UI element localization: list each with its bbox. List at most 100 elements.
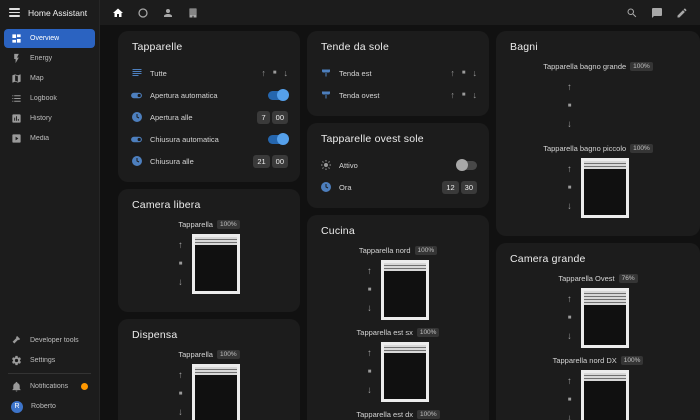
sidebar-item-media[interactable]: Media xyxy=(4,129,95,148)
cover-stop-button[interactable]: ■ xyxy=(179,261,183,267)
building-icon[interactable] xyxy=(187,7,199,19)
cover-close-button[interactable]: ↓ xyxy=(567,413,572,420)
hours-input[interactable]: 7 xyxy=(257,111,269,124)
cover-stop-button[interactable]: ■ xyxy=(368,369,372,375)
circle-icon[interactable] xyxy=(137,7,149,19)
cover-open-button[interactable]: ↑ xyxy=(567,376,572,387)
cover-control: Tapparella est sx 100% ↑ ■ ↓ xyxy=(319,328,477,402)
toggle-attivo[interactable] xyxy=(457,161,477,170)
minutes-input[interactable]: 00 xyxy=(272,155,288,168)
minutes-input[interactable]: 30 xyxy=(461,181,477,194)
cover-close-button[interactable]: ↓ xyxy=(367,303,372,314)
cover-stop-button[interactable]: ■ xyxy=(368,287,372,293)
shutter-preview[interactable] xyxy=(192,364,240,420)
cover-open-button[interactable]: ↑ xyxy=(178,240,183,251)
menu-icon[interactable] xyxy=(9,8,20,17)
cover-position-badge: 100% xyxy=(217,220,240,229)
cover-close-button[interactable]: ↓ xyxy=(473,90,478,100)
sidebar-item-energy[interactable]: Energy xyxy=(4,49,95,68)
bell-icon xyxy=(11,381,22,392)
cover-control: Tapparella nord DX 100% ↑ ■ ↓ xyxy=(508,356,688,420)
cover-open-button[interactable]: ↑ xyxy=(450,90,455,100)
card-title: Cucina xyxy=(321,225,477,237)
avatar: R xyxy=(11,401,23,413)
pencil-icon[interactable] xyxy=(676,7,688,19)
cover-open-button[interactable]: ↑ xyxy=(567,82,572,93)
sidebar-header: Home Assistant xyxy=(0,0,99,25)
sidebar-item-notifications[interactable]: Notifications xyxy=(4,377,95,396)
cover-name: Tapparella nord DX xyxy=(553,356,617,365)
card-title: Bagni xyxy=(510,41,688,53)
card-camera-libera: Camera libera Tapparella 100% ↑ ■ ↓ xyxy=(118,189,300,312)
shutter-preview[interactable] xyxy=(192,234,240,294)
toggle-chiusura-automatica[interactable] xyxy=(268,135,288,144)
cover-close-button[interactable]: ↓ xyxy=(178,407,183,418)
shutter-preview[interactable] xyxy=(581,370,629,420)
hours-input[interactable]: 21 xyxy=(253,155,269,168)
cover-close-button[interactable]: ↓ xyxy=(367,385,372,396)
sidebar-item-user[interactable]: R Roberto xyxy=(4,397,95,416)
cover-stop-button[interactable]: ■ xyxy=(462,92,466,98)
cover-close-button[interactable]: ↓ xyxy=(567,331,572,342)
cover-stop-button[interactable]: ■ xyxy=(462,70,466,76)
sun-icon xyxy=(319,159,332,172)
clock-icon xyxy=(319,181,332,194)
hours-input[interactable]: 12 xyxy=(442,181,458,194)
sidebar-item-history[interactable]: History xyxy=(4,109,95,128)
sidebar-item-map[interactable]: Map xyxy=(4,69,95,88)
cover-name: Tapparella nord xyxy=(359,246,411,255)
lightning-icon xyxy=(11,53,22,64)
sidebar-item-logbook[interactable]: Logbook xyxy=(4,89,95,108)
cover-close-button[interactable]: ↓ xyxy=(284,68,289,78)
cover-open-button[interactable]: ↑ xyxy=(450,68,455,78)
card-title: Camera libera xyxy=(132,199,288,211)
cover-close-button[interactable]: ↓ xyxy=(567,119,572,130)
cover-stop-button[interactable]: ■ xyxy=(568,315,572,321)
cover-close-button[interactable]: ↓ xyxy=(178,277,183,288)
entity-row-attivo: Attivo xyxy=(319,154,477,176)
sidebar-item-developer-tools[interactable]: Developer tools xyxy=(4,331,95,350)
cover-open-button[interactable]: ↑ xyxy=(367,348,372,359)
cover-name: Tapparella bagno piccolo xyxy=(543,144,626,153)
cover-stop-button[interactable]: ■ xyxy=(179,391,183,397)
search-icon[interactable] xyxy=(626,7,638,19)
cover-stop-button[interactable]: ■ xyxy=(568,397,572,403)
notification-badge xyxy=(81,383,88,390)
cover-open-button[interactable]: ↑ xyxy=(567,164,572,175)
cover-name: Tapparella xyxy=(178,350,213,359)
view-dashboard-icon xyxy=(11,33,22,44)
minutes-input[interactable]: 00 xyxy=(272,111,288,124)
cover-stop-button[interactable]: ■ xyxy=(568,185,572,191)
cover-open-button[interactable]: ↑ xyxy=(178,370,183,381)
sidebar: Home Assistant Overview Energy Map Logbo… xyxy=(0,0,100,420)
chat-icon[interactable] xyxy=(651,7,663,19)
cover-control: Tapparella 100% ↑ ■ ↓ xyxy=(130,350,288,420)
cover-open-button[interactable]: ↑ xyxy=(567,294,572,305)
home-icon[interactable] xyxy=(112,7,124,19)
shutter-preview[interactable] xyxy=(581,288,629,348)
cover-control: Tapparella bagno piccolo 100% ↑ ■ ↓ xyxy=(508,144,688,218)
person-icon[interactable] xyxy=(162,7,174,19)
sidebar-item-overview[interactable]: Overview xyxy=(4,29,95,48)
card-title: Tapparelle xyxy=(132,41,288,53)
cover-stop-button[interactable]: ■ xyxy=(568,103,572,109)
shutter-preview[interactable] xyxy=(381,260,429,320)
cover-name: Tapparella bagno grande xyxy=(543,62,626,71)
home-assistant-app: Home Assistant Overview Energy Map Logbo… xyxy=(0,0,700,420)
sidebar-item-settings[interactable]: Settings xyxy=(4,351,95,370)
cover-stop-button[interactable]: ■ xyxy=(273,70,277,76)
cover-open-button[interactable]: ↑ xyxy=(261,68,266,78)
cover-close-button[interactable]: ↓ xyxy=(473,68,478,78)
cover-close-button[interactable]: ↓ xyxy=(567,201,572,212)
shutter-preview[interactable] xyxy=(581,158,629,218)
cover-name: Tapparella est dx xyxy=(356,410,413,419)
cover-control: Tapparella Ovest 76% ↑ ■ ↓ xyxy=(508,274,688,348)
topbar xyxy=(100,0,700,25)
toggle-apertura-automatica[interactable] xyxy=(268,91,288,100)
gear-icon xyxy=(11,355,22,366)
shutter-preview[interactable] xyxy=(381,342,429,402)
card-camera-grande: Camera grande Tapparella Ovest 76% ↑ ■ ↓ xyxy=(496,243,700,420)
entity-row-tutte: Tutte ↑ ■ ↓ xyxy=(130,62,288,84)
history-icon xyxy=(11,113,22,124)
cover-open-button[interactable]: ↑ xyxy=(367,266,372,277)
